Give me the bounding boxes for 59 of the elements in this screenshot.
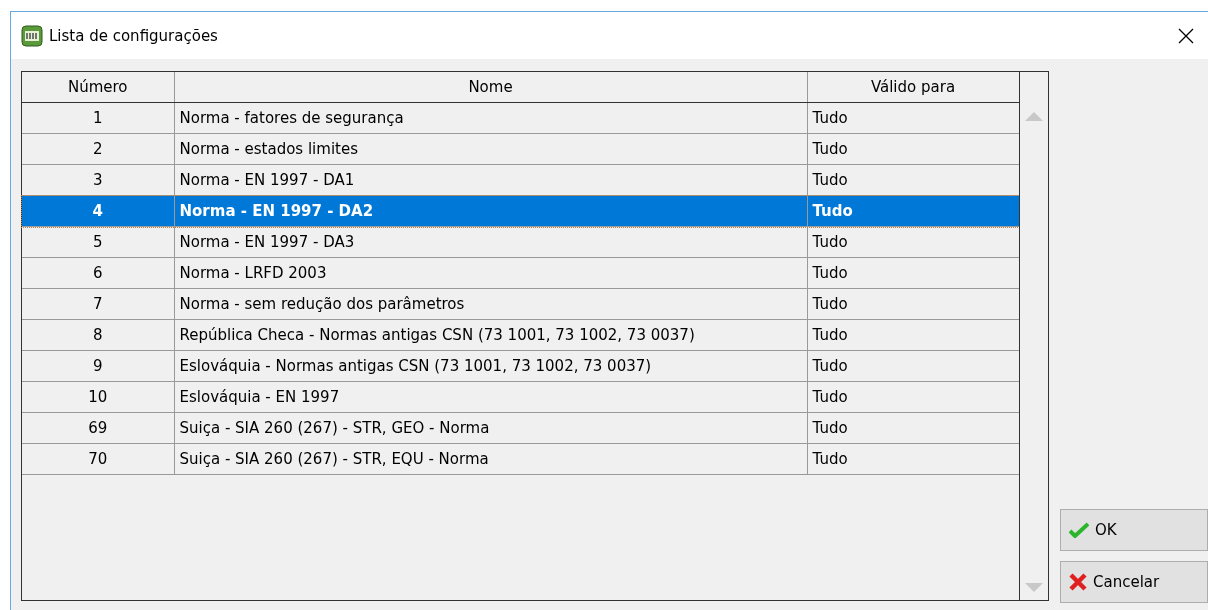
column-header[interactable]: Válido para [807, 72, 1019, 103]
table-cell: 7 [22, 288, 174, 320]
table-cell: Tudo [807, 133, 1019, 165]
table-row[interactable]: 69 Suiça - SIA 260 (267) - STR, GEO - Norma Tudo [22, 412, 1019, 444]
table-row[interactable]: 8 República Checa - Normas antigas CSN (73 1001, 73 1002, 73 0037) Tudo [22, 319, 1019, 351]
table-cell: 6 [22, 257, 174, 289]
table-row[interactable]: 9 Eslováquia - Normas antigas CSN (73 1001, 73 1002, 73 0037) Tudo [22, 350, 1019, 382]
table-cell: 1 [22, 102, 174, 134]
table-row[interactable]: 3 Norma - EN 1997 - DA1 Tudo [22, 164, 1019, 196]
table-row[interactable]: 2 Norma - estados limites Tudo [22, 133, 1019, 165]
table-row[interactable]: 4 Norma - EN 1997 - DA2 Tudo [22, 195, 1019, 227]
table-cell: Tudo [807, 319, 1019, 351]
cancel-button[interactable]: Cancelar [1060, 561, 1208, 603]
table-cell: Tudo [807, 257, 1019, 289]
cross-icon [1069, 573, 1087, 591]
table-cell: 10 [22, 381, 174, 413]
table-row[interactable]: 1 Norma - fatores de segurança Tudo [22, 102, 1019, 134]
table-cell: 69 [22, 412, 174, 444]
check-icon [1069, 522, 1089, 538]
ok-button[interactable]: OK [1060, 509, 1208, 551]
table-cell: Suiça - SIA 260 (267) - STR, GEO - Norma [174, 412, 807, 444]
table-row[interactable]: 6 Norma - LRFD 2003 Tudo [22, 257, 1019, 289]
table-cell: Suiça - SIA 260 (267) - STR, EQU - Norma [174, 443, 807, 475]
table-cell: Tudo [807, 381, 1019, 413]
table-cell: Norma - EN 1997 - DA3 [174, 226, 807, 258]
table-row[interactable]: 7 Norma - sem redução dos parâmetros Tudo [22, 288, 1019, 320]
table-cell: Eslováquia - Normas antigas CSN (73 1001, 73 1002, 73 0037) [174, 350, 807, 382]
column-header[interactable]: Número [22, 72, 174, 103]
table-cell: Eslováquia - EN 1997 [174, 381, 807, 413]
scroll-down-icon[interactable] [1025, 583, 1043, 592]
table-cell: 5 [22, 226, 174, 258]
table-cell: Norma - LRFD 2003 [174, 257, 807, 289]
column-header[interactable]: Nome [174, 72, 807, 103]
table-cell: 4 [22, 195, 174, 227]
table-cell: Tudo [807, 443, 1019, 475]
table-cell: Tudo [807, 102, 1019, 134]
table-cell: Norma - EN 1997 - DA1 [174, 164, 807, 196]
scroll-up-icon[interactable] [1025, 112, 1043, 121]
table-row[interactable]: 5 Norma - EN 1997 - DA3 Tudo [22, 226, 1019, 258]
app-icon [21, 24, 43, 47]
table-cell: Norma - sem redução dos parâmetros [174, 288, 807, 320]
table-cell: 70 [22, 443, 174, 475]
table-cell: 9 [22, 350, 174, 382]
table-row[interactable]: 10 Eslováquia - EN 1997 Tudo [22, 381, 1019, 413]
table-cell: Tudo [807, 288, 1019, 320]
table-row[interactable]: 70 Suiça - SIA 260 (267) - STR, EQU - Norma Tudo [22, 443, 1019, 475]
table-cell: 2 [22, 133, 174, 165]
table-cell: Tudo [807, 350, 1019, 382]
table-cell: Norma - estados limites [174, 133, 807, 165]
table-cell: Tudo [807, 164, 1019, 196]
table-cell: 8 [22, 319, 174, 351]
table-cell: Norma - EN 1997 - DA2 [174, 195, 807, 227]
window-title: Lista de configurações [49, 26, 219, 45]
table-cell: Norma - fatores de segurança [174, 102, 807, 134]
table-cell: 3 [22, 164, 174, 196]
table-cell: Tudo [807, 195, 1019, 227]
table-cell: Tudo [807, 412, 1019, 444]
table-cell: Tudo [807, 226, 1019, 258]
table-cell: República Checa - Normas antigas CSN (73 1001, 73 1002, 73 0037) [174, 319, 807, 351]
